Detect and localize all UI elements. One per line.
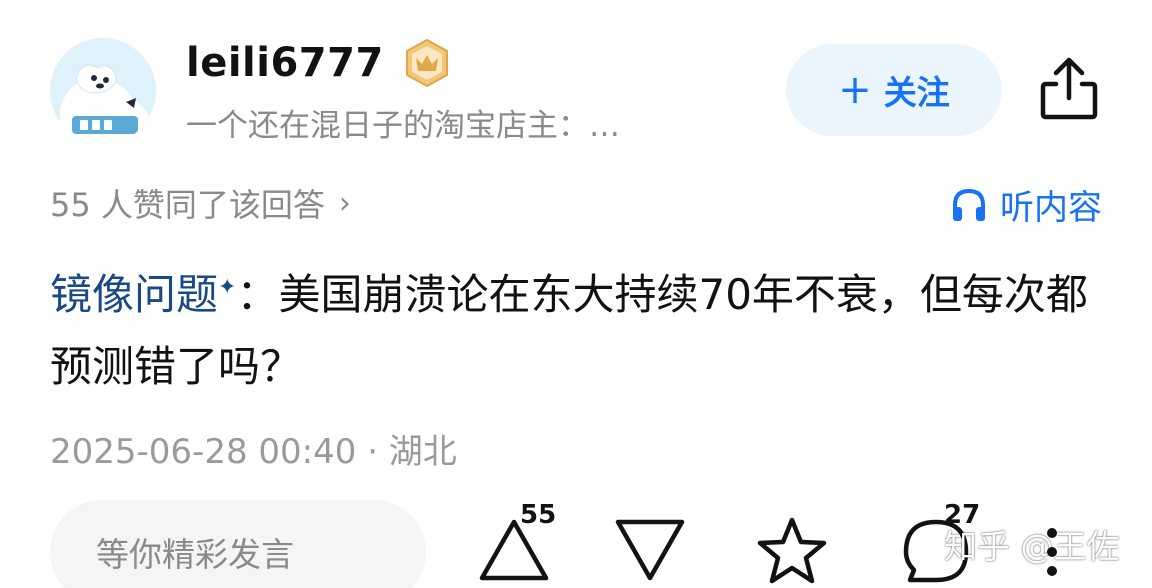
question-title[interactable]: 镜像问题✦：美国崩溃论在东大持续70年不衰，但每次都预测错了吗？: [50, 252, 1120, 403]
upvote-count: 55: [520, 500, 557, 530]
share-icon: [1040, 57, 1098, 120]
downvote-button[interactable]: [610, 512, 690, 588]
post-meta: 2025-06-28 00:40 · 湖北: [50, 432, 457, 472]
listen-label: 听内容: [1000, 188, 1102, 228]
sparkle-icon: ✦: [218, 275, 237, 300]
downvote-triangle-icon: [615, 519, 685, 581]
listen-content-button[interactable]: 听内容: [950, 180, 1102, 229]
mirror-question-label[interactable]: 镜像问题: [50, 270, 218, 319]
plus-icon: +: [838, 67, 872, 113]
author-username[interactable]: leili6777: [186, 40, 384, 86]
upvoters-link[interactable]: 55 人赞同了该回答 ›: [50, 180, 351, 226]
chevron-right-icon: ›: [338, 185, 351, 221]
crown-badge-icon[interactable]: [402, 38, 452, 88]
follow-button[interactable]: + 关注: [786, 44, 1002, 136]
favorite-button[interactable]: [752, 512, 832, 588]
avatar-image: [50, 38, 156, 144]
headphones-icon: [953, 188, 985, 221]
more-options-icon[interactable]: [1042, 528, 1062, 588]
star-icon: [757, 517, 827, 584]
share-button[interactable]: [1034, 54, 1104, 124]
question-separator: ：: [236, 270, 279, 319]
author-bio: 一个还在混日子的淘宝店主：…: [186, 108, 620, 144]
follow-label: 关注: [883, 73, 950, 112]
comment-input[interactable]: 等你精彩发言: [50, 500, 426, 588]
author-name-row: leili6777: [186, 38, 452, 88]
author-avatar[interactable]: [50, 38, 156, 144]
likes-text: 55 人赞同了该回答: [50, 186, 325, 224]
zhihu-watermark: 知乎 @王佐: [944, 527, 1120, 566]
